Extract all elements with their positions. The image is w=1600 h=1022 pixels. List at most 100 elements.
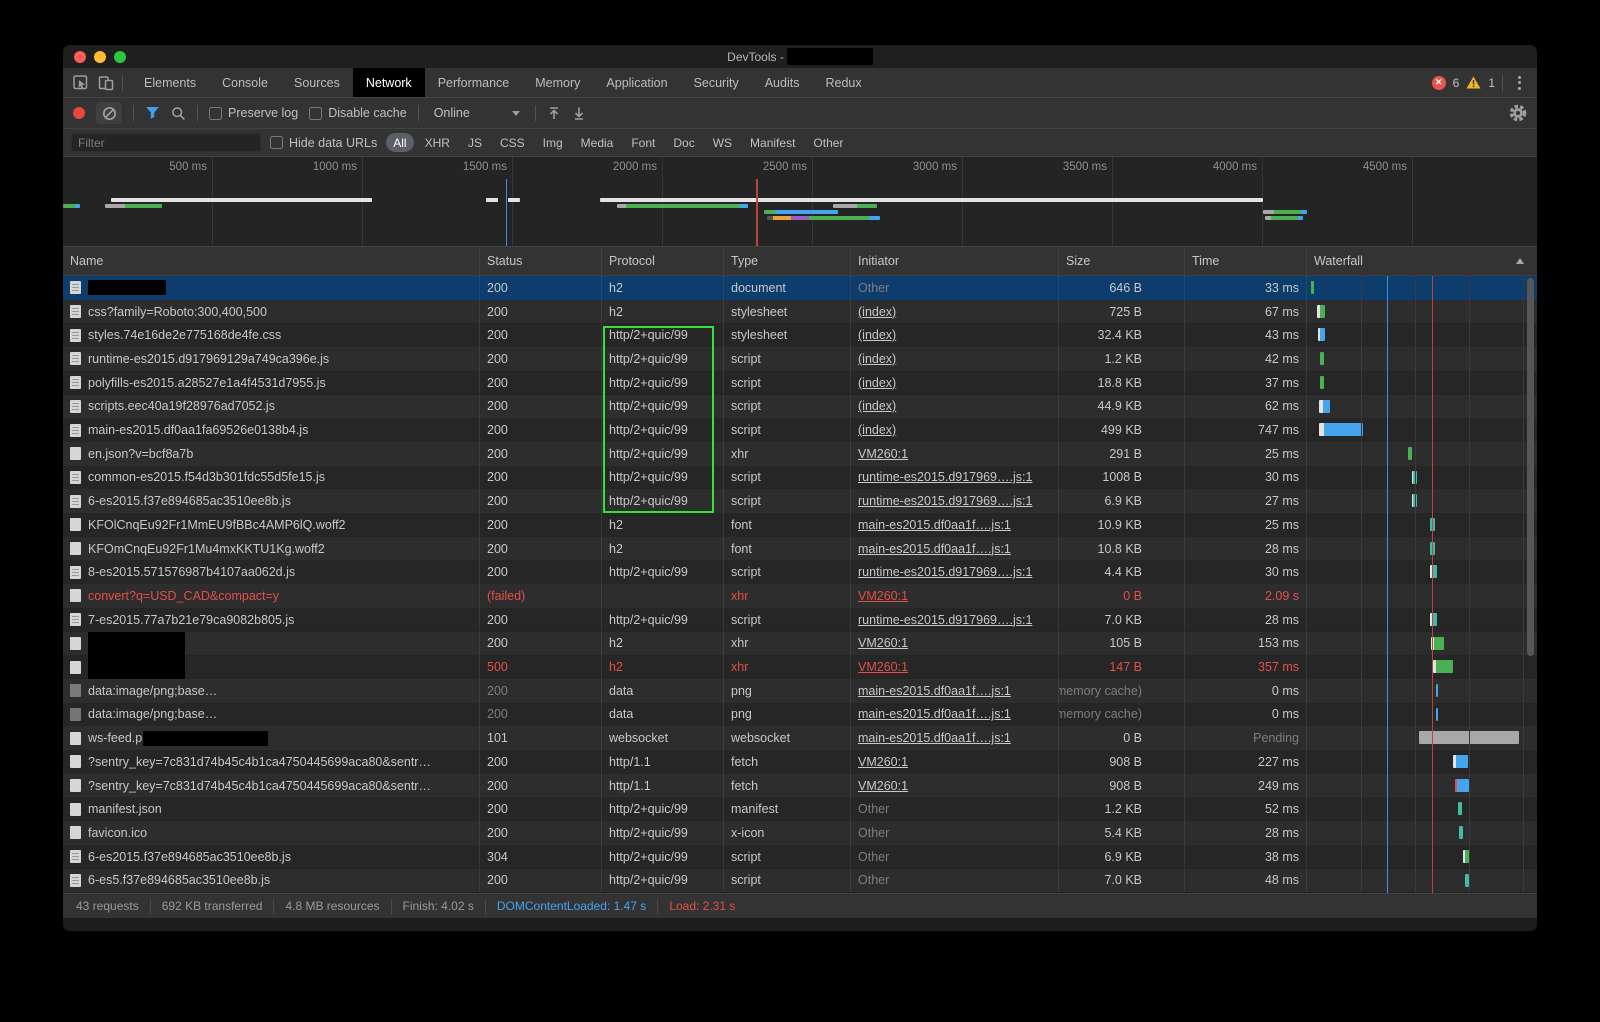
cell-initiator-text[interactable]: main-es2015.df0aa1f….js:1 (858, 542, 1011, 556)
filter-funnel-icon[interactable] (145, 106, 160, 120)
device-toolbar-icon[interactable] (98, 75, 114, 91)
cell-initiator-text[interactable]: main-es2015.df0aa1f….js:1 (858, 518, 1011, 532)
hide-data-urls-toggle[interactable]: Hide data URLs (270, 136, 377, 150)
record-network-log-button[interactable] (73, 107, 85, 119)
cell-initiator-text[interactable]: VM260:1 (858, 779, 908, 793)
filter-input[interactable] (71, 133, 261, 152)
cell-initiator-text[interactable]: main-es2015.df0aa1f….js:1 (858, 731, 1011, 745)
request-row[interactable]: scripts.eec40a19f28976ad7052.js200http/2… (63, 395, 1537, 419)
request-row[interactable]: runtime-es2015.d917969129a749ca396e.js20… (63, 347, 1537, 371)
cell-initiator-text[interactable]: VM260:1 (858, 636, 908, 650)
filter-pill-font[interactable]: Font (624, 133, 662, 152)
window-titlebar[interactable]: DevTools - (63, 45, 1537, 68)
request-row[interactable]: KFOmCnqEu92Fr1Mu4mxKKTU1Kg.woff2200h2fon… (63, 537, 1537, 561)
tab-security[interactable]: Security (681, 68, 752, 97)
column-header-type[interactable]: Type (724, 247, 851, 275)
preserve-log-checkbox[interactable] (209, 107, 222, 120)
preserve-log-toggle[interactable]: Preserve log (209, 106, 298, 120)
request-row[interactable]: data:image/png;base…200datapngmain-es201… (63, 679, 1537, 703)
column-header-time[interactable]: Time (1185, 247, 1307, 275)
request-row[interactable]: KFOlCnqEu92Fr1MmEU9fBBc4AMP6lQ.woff2200h… (63, 513, 1537, 537)
cell-initiator-text[interactable]: (index) (858, 399, 896, 413)
hide-data-urls-checkbox[interactable] (270, 136, 283, 149)
filter-pill-doc[interactable]: Doc (666, 133, 701, 152)
cell-initiator-text[interactable]: (index) (858, 352, 896, 366)
console-errors-icon[interactable]: ✕ (1432, 76, 1446, 90)
filter-pill-img[interactable]: Img (536, 133, 570, 152)
tab-sources[interactable]: Sources (281, 68, 353, 97)
export-har-icon[interactable] (572, 106, 586, 121)
request-row[interactable]: en.json?v=bcf8a7b200http/2+quic/99xhrVM2… (63, 442, 1537, 466)
error-count[interactable]: 6 (1453, 76, 1460, 90)
request-row[interactable]: favicon.ico200http/2+quic/99x-iconOther5… (63, 821, 1537, 845)
disable-cache-checkbox[interactable] (309, 107, 322, 120)
minimize-window-button[interactable] (94, 51, 106, 63)
inspect-element-icon[interactable] (73, 75, 88, 90)
column-header-waterfall[interactable]: Waterfall (1307, 247, 1537, 275)
filter-pill-css[interactable]: CSS (493, 133, 532, 152)
request-row[interactable]: ?sentry_key=7c831d74b45c4b1ca4750445699a… (63, 774, 1537, 798)
request-row[interactable]: 500h2xhrVM260:1147 B357 ms (63, 655, 1537, 679)
filter-pill-all[interactable]: All (386, 133, 413, 152)
zoom-window-button[interactable] (114, 51, 126, 63)
more-options-kebab-icon[interactable] (1510, 76, 1529, 90)
request-row[interactable]: polyfills-es2015.a28527e1a4f4531d7955.js… (63, 371, 1537, 395)
request-row[interactable]: manifest.json200http/2+quic/99manifestOt… (63, 797, 1537, 821)
cell-initiator-text[interactable]: (index) (858, 328, 896, 342)
tab-network[interactable]: Network (353, 68, 425, 97)
column-header-status[interactable]: Status (480, 247, 602, 275)
request-row[interactable]: data:image/png;base…200datapngmain-es201… (63, 703, 1537, 727)
cell-initiator-text[interactable]: runtime-es2015.d917969….js:1 (858, 494, 1032, 508)
settings-gear-icon[interactable] (1509, 104, 1527, 122)
tab-application[interactable]: Application (593, 68, 680, 97)
cell-initiator-text[interactable]: VM260:1 (858, 447, 908, 461)
cell-initiator-text[interactable]: runtime-es2015.d917969….js:1 (858, 565, 1032, 579)
request-row[interactable]: css?family=Roboto:300,400,500200h2styles… (63, 300, 1537, 324)
network-overview-timeline[interactable]: 500 ms1000 ms1500 ms2000 ms2500 ms3000 m… (63, 156, 1537, 247)
request-row[interactable]: 200h2xhrVM260:1105 B153 ms (63, 632, 1537, 656)
cell-initiator-text[interactable]: main-es2015.df0aa1f….js:1 (858, 707, 1011, 721)
tab-memory[interactable]: Memory (522, 68, 593, 97)
throttling-dropdown[interactable]: Online (430, 106, 524, 120)
cell-initiator-text[interactable]: VM260:1 (858, 755, 908, 769)
request-row[interactable]: 6-es5.f37e894685ac3510ee8b.js200http/2+q… (63, 869, 1537, 893)
request-row[interactable]: 6-es2015.f37e894685ac3510ee8b.js304http/… (63, 845, 1537, 869)
tab-performance[interactable]: Performance (425, 68, 523, 97)
column-header-protocol[interactable]: Protocol (602, 247, 724, 275)
column-header-name[interactable]: Name (63, 247, 480, 275)
vertical-scrollbar-thumb[interactable] (1527, 278, 1534, 656)
request-row[interactable]: main-es2015.df0aa1fa69526e0138b4.js200ht… (63, 418, 1537, 442)
column-header-size[interactable]: Size (1059, 247, 1185, 275)
filter-pill-other[interactable]: Other (806, 133, 850, 152)
request-row[interactable]: ?sentry_key=7c831d74b45c4b1ca4750445699a… (63, 750, 1537, 774)
cell-initiator-text[interactable]: (index) (858, 305, 896, 319)
column-header-initiator[interactable]: Initiator (851, 247, 1059, 275)
cell-initiator-text[interactable]: VM260:1 (858, 660, 908, 674)
console-warnings-icon[interactable] (1466, 76, 1481, 89)
request-row[interactable]: convert?q=USD_CAD&compact=y(failed)xhrVM… (63, 584, 1537, 608)
request-row[interactable]: 8-es2015.571576987b4107aa062d.js200http/… (63, 560, 1537, 584)
request-row[interactable]: styles.74e16de2e775168de4fe.css200http/2… (63, 323, 1537, 347)
close-window-button[interactable] (74, 51, 86, 63)
cell-initiator-text[interactable]: VM260:1 (858, 589, 908, 603)
cell-initiator-text[interactable]: runtime-es2015.d917969….js:1 (858, 470, 1032, 484)
cell-initiator-text[interactable]: main-es2015.df0aa1f….js:1 (858, 684, 1011, 698)
tab-elements[interactable]: Elements (131, 68, 209, 97)
filter-pill-manifest[interactable]: Manifest (743, 133, 802, 152)
tab-audits[interactable]: Audits (752, 68, 813, 97)
clear-network-log-button[interactable] (96, 102, 122, 124)
filter-pill-ws[interactable]: WS (706, 133, 739, 152)
tab-console[interactable]: Console (209, 68, 281, 97)
filter-pill-xhr[interactable]: XHR (418, 133, 457, 152)
request-row[interactable]: 7-es2015.77a7b21e79ca9082b805.js200http/… (63, 608, 1537, 632)
cell-initiator-text[interactable]: (index) (858, 376, 896, 390)
request-row[interactable]: ws-feed.p101websocketwebsocketmain-es201… (63, 726, 1537, 750)
tab-redux[interactable]: Redux (812, 68, 874, 97)
warning-count[interactable]: 1 (1488, 76, 1495, 90)
request-row[interactable]: common-es2015.f54d3b301fdc55d5fe15.js200… (63, 466, 1537, 490)
cell-initiator-text[interactable]: runtime-es2015.d917969….js:1 (858, 613, 1032, 627)
search-icon[interactable] (171, 106, 186, 121)
cell-initiator-text[interactable]: (index) (858, 423, 896, 437)
filter-pill-media[interactable]: Media (574, 133, 621, 152)
import-har-icon[interactable] (547, 106, 561, 121)
